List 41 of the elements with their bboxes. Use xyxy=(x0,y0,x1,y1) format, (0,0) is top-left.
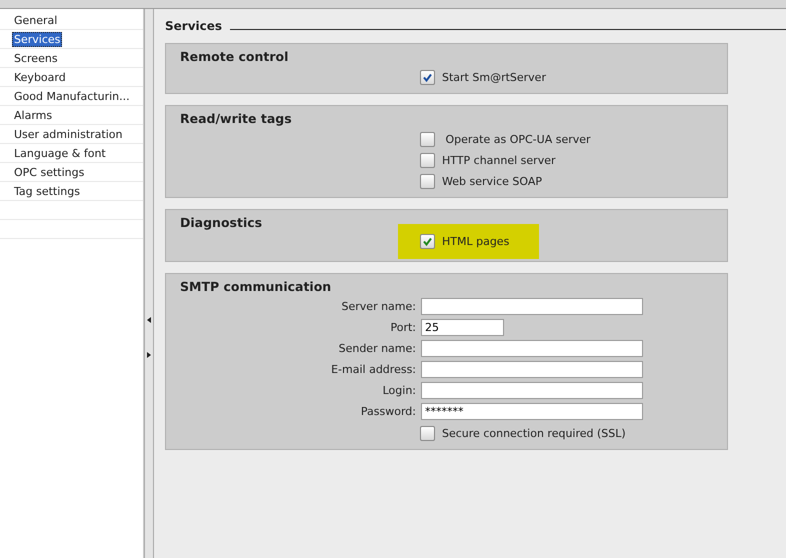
group-title: SMTP communication xyxy=(180,279,332,294)
sidebar-item[interactable]: Alarms xyxy=(12,108,54,122)
checkbox[interactable] xyxy=(420,132,435,147)
option-label: Web service SOAP xyxy=(442,175,542,188)
sidebar-item[interactable]: Keyboard xyxy=(12,70,68,84)
group-title: Read/write tags xyxy=(180,111,292,126)
sidebar-item[interactable]: General xyxy=(12,12,60,28)
input-field[interactable]: 25 xyxy=(421,319,504,336)
option-label: Operate as OPC-UA server xyxy=(444,133,591,146)
field-label: Port: xyxy=(389,321,416,334)
input-field[interactable] xyxy=(421,361,643,378)
option-label: HTML pages xyxy=(442,235,510,248)
field-label: Server name: xyxy=(340,300,416,313)
collapse-left-icon[interactable] xyxy=(146,315,152,325)
sidebar-item[interactable]: Language & font xyxy=(12,146,108,160)
field-label: Login: xyxy=(382,384,416,397)
option-label: Secure connection required (SSL) xyxy=(442,427,626,440)
field-label: Password: xyxy=(360,405,416,418)
sidebar-item[interactable]: Tag settings xyxy=(12,184,82,198)
input-field[interactable]: ******* xyxy=(421,403,643,420)
option-label: HTTP channel server xyxy=(442,154,556,167)
checkbox[interactable] xyxy=(420,70,435,85)
checkbox[interactable] xyxy=(420,174,435,189)
checkbox[interactable] xyxy=(420,426,435,441)
sidebar-item[interactable]: Good Manufacturin... xyxy=(12,88,132,104)
sidebar-item[interactable]: Screens xyxy=(12,50,60,66)
sidebar-item[interactable]: OPC settings xyxy=(12,164,86,180)
group-title: Remote control xyxy=(180,49,288,64)
input-field[interactable] xyxy=(421,340,643,357)
group-title: Diagnostics xyxy=(180,215,262,230)
option-label: Start Sm@rtServer xyxy=(442,71,546,84)
field-label: Sender name: xyxy=(338,342,416,355)
input-field[interactable] xyxy=(421,382,643,399)
input-field[interactable] xyxy=(421,298,643,315)
page-title: Services xyxy=(165,19,222,33)
sidebar-item[interactable]: User administration xyxy=(12,126,124,142)
expand-right-icon[interactable] xyxy=(146,350,152,360)
checkbox[interactable] xyxy=(420,234,435,249)
sidebar-item[interactable]: Services xyxy=(12,32,62,46)
checkbox[interactable] xyxy=(420,153,435,168)
field-label: E-mail address: xyxy=(330,363,416,376)
